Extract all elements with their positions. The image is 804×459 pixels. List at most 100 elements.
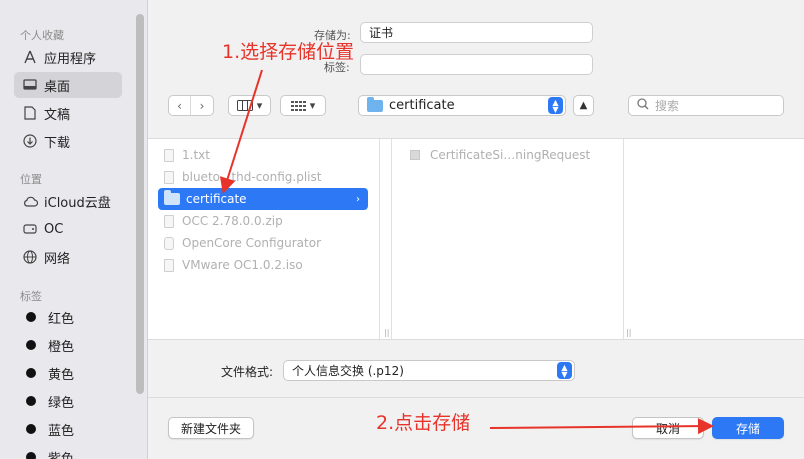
- sidebar-item-label: 红色: [48, 311, 75, 327]
- sidebar-item-applications[interactable]: 应用程序: [14, 44, 122, 70]
- save-button[interactable]: 存储: [712, 417, 784, 439]
- file-item[interactable]: OpenCore Configurator: [158, 232, 368, 254]
- search-placeholder: 搜索: [655, 99, 680, 113]
- sidebar-locations-title: 位置: [20, 173, 42, 186]
- sidebar-item-label: iCloud云盘: [44, 195, 111, 211]
- browser-column-2: CertificateSi…ningRequest ||: [391, 139, 631, 339]
- file-item[interactable]: OCC 2.78.0.0.zip: [158, 210, 368, 232]
- sidebar-item-label: 网络: [44, 251, 71, 267]
- file-name: CertificateSi…ningRequest: [430, 148, 591, 162]
- collapse-button[interactable]: ▲: [573, 95, 594, 116]
- sidebar-item-icloud[interactable]: iCloud云盘: [14, 188, 122, 214]
- chevron-right-icon: ›: [199, 98, 205, 113]
- annotation-step2: 2.点击存储: [376, 412, 471, 434]
- sidebar-favorites-title: 个人收藏: [20, 29, 64, 42]
- globe-icon: [22, 249, 38, 265]
- grid-icon: [290, 100, 306, 111]
- new-folder-button[interactable]: 新建文件夹: [168, 417, 254, 439]
- divider: [148, 397, 804, 398]
- sidebar-item-label: 蓝色: [48, 423, 75, 439]
- sidebar-item-label: 应用程序: [44, 51, 97, 67]
- chevron-left-icon: ‹: [177, 98, 182, 113]
- file-name: OCC 2.78.0.0.zip: [182, 214, 283, 228]
- updown-chevron-icon: ▲ ▼: [557, 362, 572, 379]
- folder-icon: [164, 190, 180, 205]
- file-name: certificate: [186, 192, 247, 206]
- file-item[interactable]: VMware OC1.0.2.iso: [158, 254, 368, 276]
- sidebar-item-downloads[interactable]: 下载: [14, 128, 122, 154]
- document-icon: [22, 105, 38, 121]
- file-name: blueto thd-config.plist: [182, 170, 322, 184]
- desktop-icon: [22, 77, 38, 93]
- chevron-down-icon: ▾: [309, 99, 316, 112]
- file-browser: 1.txt blueto thd-config.plist certificat…: [148, 138, 804, 340]
- tag-dot-icon: [26, 340, 36, 350]
- file-name: OpenCore Configurator: [182, 236, 322, 250]
- folder-icon: [367, 96, 383, 112]
- file-item[interactable]: blueto thd-config.plist: [158, 166, 368, 188]
- tag-dot-icon: [26, 368, 36, 378]
- history-nav: ‹ ›: [168, 95, 214, 116]
- sidebar-item-label: 黄色: [48, 367, 75, 383]
- sidebar-item-label: 绿色: [48, 395, 75, 411]
- download-icon: [22, 133, 38, 149]
- sidebar-tag-red[interactable]: 红色: [14, 304, 122, 330]
- file-name: 1.txt: [182, 148, 210, 162]
- sidebar-item-desktop[interactable]: 桌面: [14, 72, 122, 98]
- column-resize-handle[interactable]: ||: [626, 328, 631, 337]
- certificate-icon: [410, 150, 420, 160]
- sidebar-item-label: 紫色: [48, 451, 75, 459]
- location-value: certificate: [389, 98, 455, 113]
- forward-button[interactable]: ›: [191, 96, 213, 115]
- applications-icon: [22, 49, 38, 65]
- save-dialog-main: 存储为: 标签: ‹ › ▾ ▾ certificate ▲▼ ▲ 搜索 1.t…: [148, 0, 804, 459]
- folder-item-selected[interactable]: certificate ›: [158, 188, 368, 210]
- column-view-button[interactable]: ▾: [228, 95, 271, 116]
- sidebar-item-label: 下载: [44, 135, 71, 151]
- file-item[interactable]: CertificateSi…ningRequest: [404, 144, 614, 166]
- sidebar-item-label: 文稿: [44, 107, 71, 123]
- location-select[interactable]: certificate ▲ ▼: [358, 95, 566, 116]
- sidebar-tag-orange[interactable]: 橙色: [14, 332, 122, 358]
- search-input[interactable]: 搜索: [628, 95, 784, 116]
- cancel-button[interactable]: 取消: [632, 417, 704, 439]
- sidebar-item-network[interactable]: 网络: [14, 244, 122, 270]
- file-icon: [164, 148, 174, 162]
- chevron-down-icon: ▾: [256, 99, 263, 112]
- updown-chevron-icon: ▲ ▼: [548, 97, 563, 114]
- chevron-up-icon: ▲: [579, 100, 588, 111]
- grid-view-button[interactable]: ▾: [280, 95, 326, 116]
- tag-dot-icon: [26, 452, 36, 459]
- sidebar-item-label: 桌面: [44, 79, 71, 95]
- sidebar-tag-yellow[interactable]: 黄色: [14, 360, 122, 386]
- sidebar-item-label: 橙色: [48, 339, 75, 355]
- cloud-icon: [22, 193, 38, 209]
- sidebar-tag-purple[interactable]: 紫色: [14, 444, 122, 459]
- format-value: 个人信息交换 (.p12): [292, 364, 404, 378]
- sidebar-item-oc[interactable]: OC: [14, 216, 122, 242]
- tags-input[interactable]: [360, 54, 593, 75]
- app-icon: [164, 236, 174, 250]
- sidebar-item-label: OC: [44, 221, 64, 237]
- annotation-step1: 1.选择存储位置: [222, 41, 355, 63]
- file-name: VMware OC1.0.2.iso: [182, 258, 303, 272]
- sidebar-tags-title: 标签: [20, 290, 42, 303]
- disk-image-icon: [164, 258, 174, 272]
- file-item[interactable]: 1.txt: [158, 144, 368, 166]
- tag-dot-icon: [26, 424, 36, 434]
- sidebar-tag-green[interactable]: 绿色: [14, 388, 122, 414]
- sidebar-tag-blue[interactable]: 蓝色: [14, 416, 122, 442]
- sidebar-scrollbar[interactable]: [136, 14, 144, 394]
- drive-icon: [22, 221, 38, 237]
- back-button[interactable]: ‹: [169, 96, 191, 115]
- format-select[interactable]: 个人信息交换 (.p12) ▲ ▼: [283, 360, 575, 381]
- save-as-input[interactable]: [360, 22, 593, 43]
- sidebar: 个人收藏 应用程序 桌面 文稿 下载 位置 iCloud云盘 OC 网络 标签 …: [0, 0, 148, 459]
- columns-icon: [236, 100, 253, 111]
- search-icon: [637, 98, 649, 113]
- sidebar-item-documents[interactable]: 文稿: [14, 100, 122, 126]
- column-resize-handle[interactable]: ||: [384, 328, 389, 337]
- file-icon: [164, 170, 174, 184]
- browser-column-1: 1.txt blueto thd-config.plist certificat…: [148, 139, 389, 339]
- format-label: 文件格式:: [221, 365, 274, 379]
